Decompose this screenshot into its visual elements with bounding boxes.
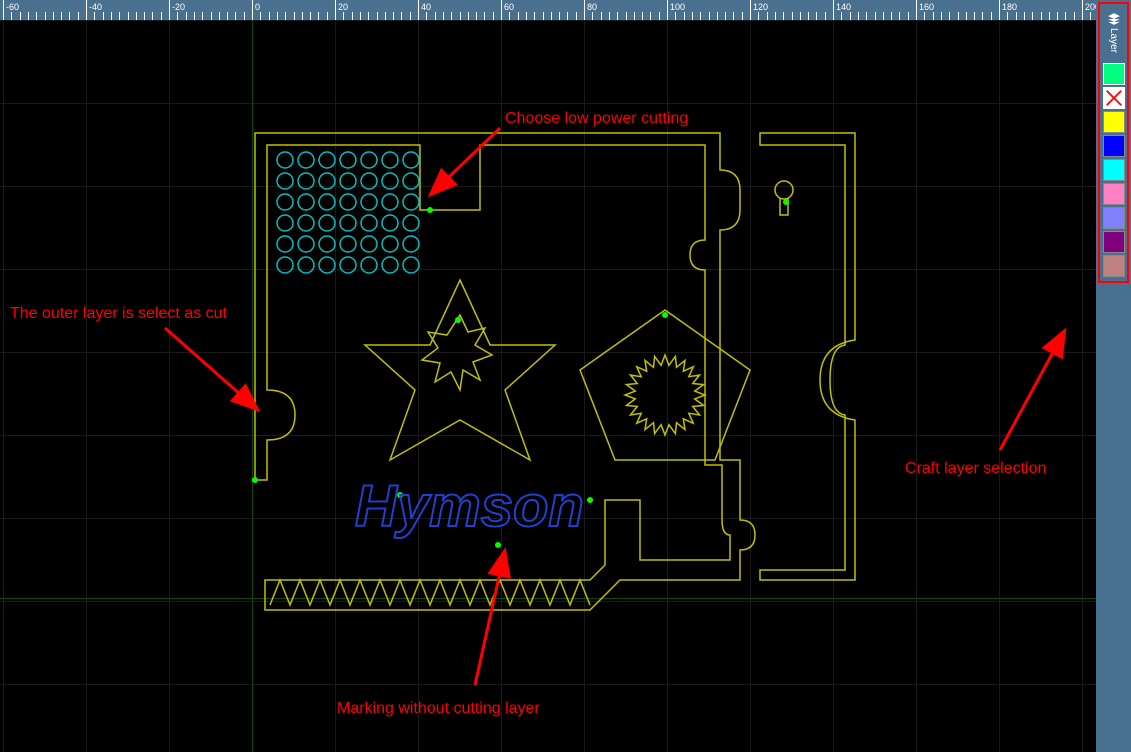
layer-swatch-5[interactable] [1103,183,1125,205]
grid-line [0,20,1096,21]
grid-line [0,186,1096,187]
grid-line [0,435,1096,436]
annotation-low-power: Choose low power cutting [505,110,688,128]
grid-line [0,684,1096,685]
grid-line [0,269,1096,270]
grid-line [667,20,668,752]
ruler-tick: -40 [86,0,87,20]
ruler-tick: -60 [3,0,4,20]
grid-line [1082,20,1083,752]
ruler-tick: 160 [916,0,917,20]
ruler-tick: 180 [999,0,1000,20]
grid-line [0,103,1096,104]
grid-line [584,20,585,752]
layer-swatch-3[interactable] [1103,135,1125,157]
ruler-horizontal: -60 -40 -20 0 20 40 60 80 100 120 140 160 180 200 [0,0,1131,20]
annotation-marking: Marking without cutting layer [337,700,540,718]
logo-text: Hymson [355,473,584,540]
grid-line [916,20,917,752]
annotation-outer-layer: The outer layer is select as cut [10,305,227,323]
layers-icon [1105,12,1123,26]
grid-line [0,601,1096,602]
grid-line [3,20,4,752]
layer-swatch-1[interactable] [1103,87,1125,109]
arrow-craft [1000,330,1065,450]
ruler-tick: 100 [667,0,668,20]
ruler-tick: 40 [418,0,419,20]
grid-line [999,20,1000,752]
drawing-layer [0,20,1096,752]
arrow-outer-layer [165,328,258,410]
layer-swatches-group: Layer [1098,2,1129,283]
layer-swatch-4[interactable] [1103,159,1125,181]
ruler-tick: 120 [750,0,751,20]
grid-line [0,352,1096,353]
grid-line [833,20,834,752]
annotation-craft: Craft layer selection [905,460,1046,478]
ruler-tick: 140 [833,0,834,20]
ruler-tick: 0 [252,0,253,20]
ruler-tick: 60 [501,0,502,20]
ruler-tick: 80 [584,0,585,20]
grid-line [335,20,336,752]
layer-swatch-6[interactable] [1103,207,1125,229]
layer-title: Layer [1108,28,1119,53]
arrow-low-power [430,128,500,195]
origin-axis-x [0,598,1096,599]
ruler-tick: 200 [1082,0,1083,20]
layer-swatch-0[interactable] [1103,63,1125,85]
grid-line [750,20,751,752]
layer-swatch-7[interactable] [1103,231,1125,253]
grid-line [501,20,502,752]
layer-swatch-8[interactable] [1103,255,1125,277]
ruler-tick: -20 [169,0,170,20]
layer-header: Layer [1102,6,1125,61]
origin-axis-y [252,20,253,752]
grid-line [86,20,87,752]
canvas-area[interactable]: Hymson Choose low power cutting The oute… [0,20,1096,752]
grid-line [169,20,170,752]
layer-panel: Layer [1096,0,1131,752]
ruler-tick: 20 [335,0,336,20]
layer-swatch-2[interactable] [1103,111,1125,133]
grid-line [418,20,419,752]
